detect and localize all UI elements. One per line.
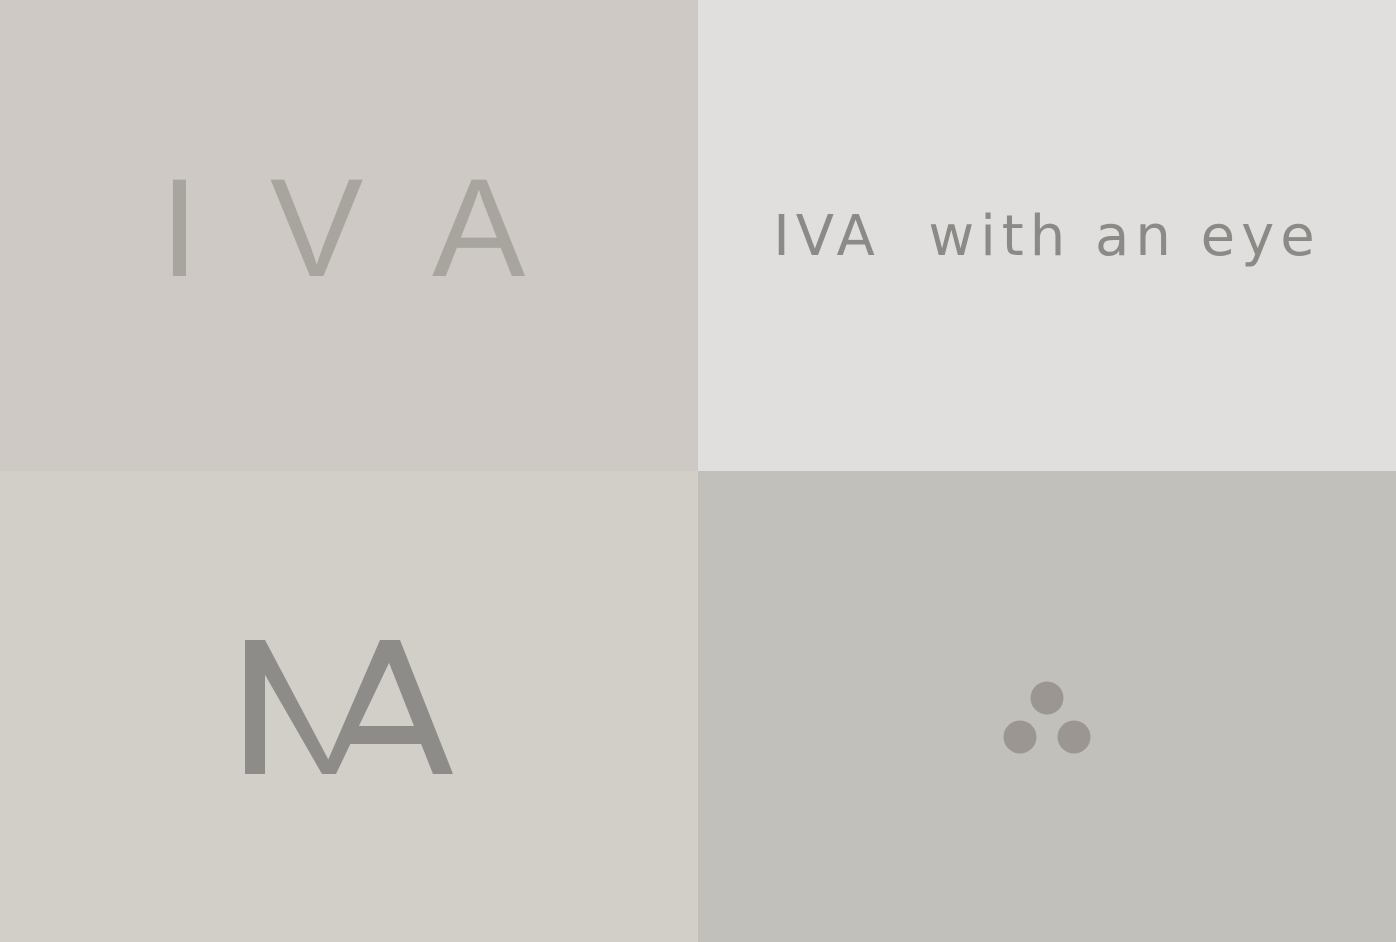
letter-i: I: [160, 149, 199, 306]
brand-board: I V A IVA with an eye: [0, 0, 1396, 942]
letter-v: V: [270, 149, 364, 306]
panel-icon: [698, 471, 1396, 942]
letter-a: A: [432, 149, 526, 306]
panel-spaced-letters: I V A: [0, 0, 698, 471]
monogram-shapes: [245, 640, 453, 774]
monogram-logo: [245, 640, 453, 774]
wordmark-text: IVA with an eye: [773, 204, 1321, 269]
three-dots-icon: [1003, 681, 1091, 754]
panel-monogram: [0, 471, 698, 942]
panel-wordmark: IVA with an eye: [698, 0, 1396, 471]
